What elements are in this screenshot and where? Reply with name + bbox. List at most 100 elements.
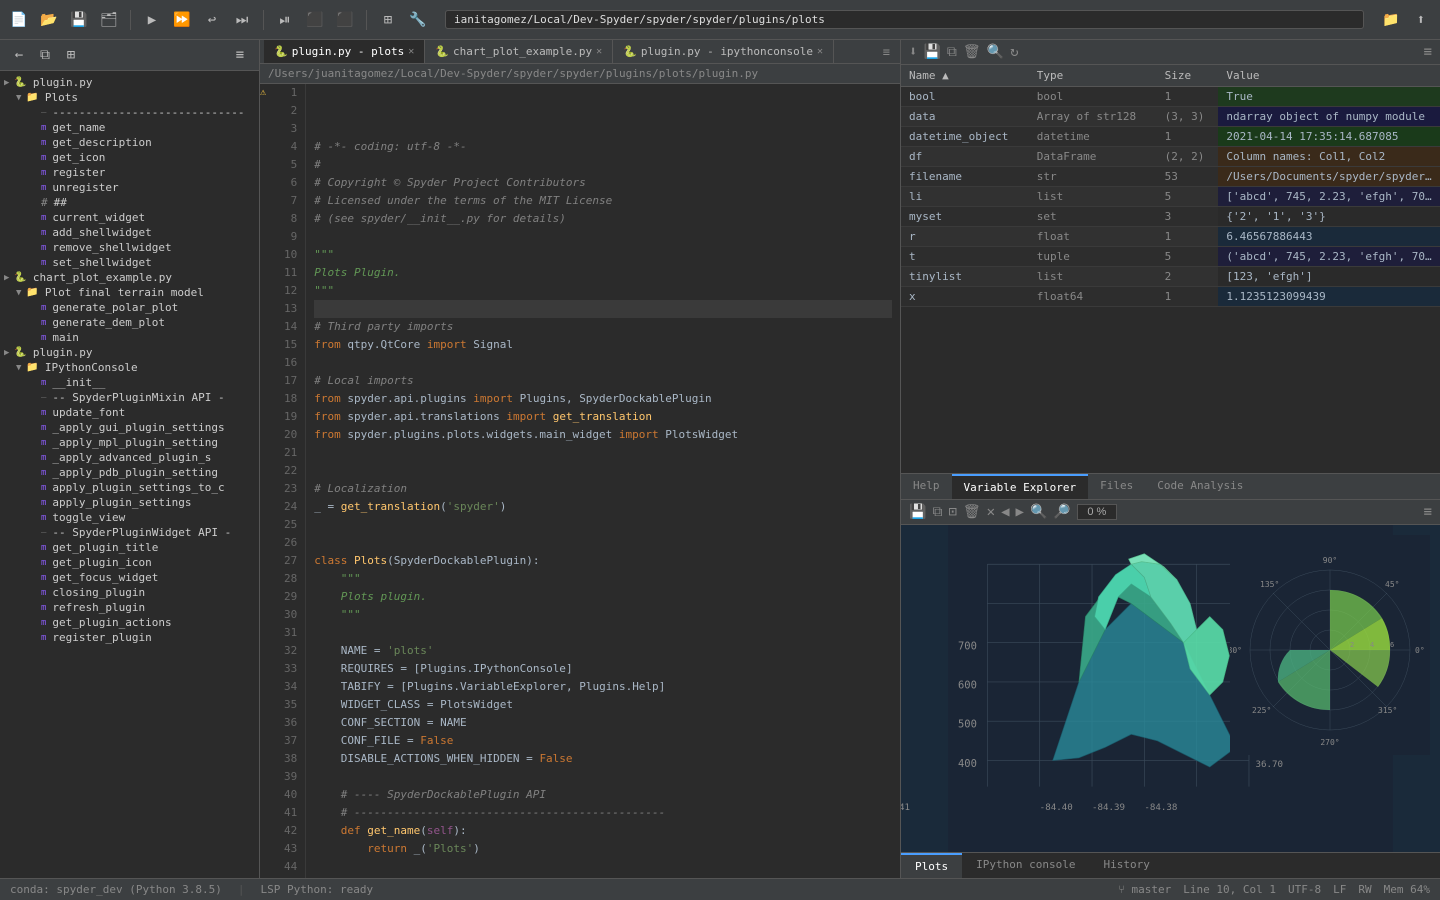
sidebar-item-1[interactable]: ▼📁Plots xyxy=(0,90,259,105)
plot-delete-icon[interactable]: 🗑 xyxy=(963,504,981,520)
sidebar-item-15[interactable]: mgenerate_polar_plot xyxy=(0,300,259,315)
run-line-icon[interactable]: ⏭ xyxy=(231,9,253,31)
new-file-icon[interactable]: 📄 xyxy=(8,9,30,31)
plot-tab-ipython[interactable]: IPython console xyxy=(962,853,1089,878)
folder-icon[interactable]: 📁 xyxy=(1380,9,1402,31)
plot-tab-history[interactable]: History xyxy=(1089,853,1163,878)
sidebar-item-22[interactable]: mupdate_font xyxy=(0,405,259,420)
sidebar-item-23[interactable]: m_apply_gui_plugin_settings xyxy=(0,420,259,435)
sidebar-item-7[interactable]: munregister xyxy=(0,180,259,195)
sidebar-item-8[interactable]: ### xyxy=(0,195,259,210)
sidebar-item-24[interactable]: m_apply_mpl_plugin_setting xyxy=(0,435,259,450)
table-row[interactable]: bool bool 1 True xyxy=(901,87,1440,107)
sidebar-item-37[interactable]: mregister_plugin xyxy=(0,630,259,645)
sidebar-item-30[interactable]: —-- SpyderPluginWidget API - xyxy=(0,525,259,540)
run-cell-icon[interactable]: ⏩ xyxy=(171,9,193,31)
sidebar-item-13[interactable]: ▶🐍chart_plot_example.py xyxy=(0,270,259,285)
layout-icon[interactable]: ⊞ xyxy=(377,9,399,31)
tab-close-2[interactable]: ✕ xyxy=(817,46,823,57)
tab-close-1[interactable]: ✕ xyxy=(596,46,602,57)
table-row[interactable]: filename str 53 /Users/Documents/spyder/… xyxy=(901,167,1440,187)
sidebar-item-34[interactable]: mclosing_plugin xyxy=(0,585,259,600)
sidebar-back-icon[interactable]: ← xyxy=(8,44,30,66)
sidebar-item-20[interactable]: m__init__ xyxy=(0,375,259,390)
var-search-icon[interactable]: 🔍 xyxy=(987,44,1004,60)
sidebar-item-14[interactable]: ▼📁Plot final terrain model xyxy=(0,285,259,300)
plot-tab-plots[interactable]: Plots xyxy=(901,853,962,878)
tab-close-0[interactable]: ✕ xyxy=(408,46,414,57)
col-value-header[interactable]: Value xyxy=(1218,65,1440,87)
sidebar-link-icon[interactable]: ⊞ xyxy=(60,44,82,66)
sidebar-item-35[interactable]: mrefresh_plugin xyxy=(0,600,259,615)
sidebar-item-31[interactable]: mget_plugin_title xyxy=(0,540,259,555)
open-file-icon[interactable]: 📂 xyxy=(38,9,60,31)
col-type-header[interactable]: Type xyxy=(1029,65,1157,87)
sidebar-item-17[interactable]: mmain xyxy=(0,330,259,345)
debug-icon[interactable]: ⬛ xyxy=(304,9,326,31)
save-file-icon[interactable]: 💾 xyxy=(68,9,90,31)
plot-next-icon[interactable]: ▶ xyxy=(1016,504,1024,520)
tab-plugin-ipython[interactable]: 🐍 plugin.py - ipythonconsole ✕ xyxy=(613,40,834,63)
var-refresh-icon[interactable]: ↻ xyxy=(1010,44,1018,60)
code-editor[interactable]: # -*- coding: utf-8 -*-## Copyright © Sp… xyxy=(306,84,900,878)
var-copy-icon[interactable]: ⧉ xyxy=(947,44,957,60)
sidebar-item-4[interactable]: mget_description xyxy=(0,135,259,150)
sidebar-item-28[interactable]: mapply_plugin_settings xyxy=(0,495,259,510)
plot-prev-icon[interactable]: ◀ xyxy=(1001,504,1009,520)
sidebar-item-11[interactable]: mremove_shellwidget xyxy=(0,240,259,255)
tab-menu-button[interactable]: ≡ xyxy=(877,45,896,59)
var-delete-icon[interactable]: 🗑 xyxy=(963,44,981,60)
sidebar-item-9[interactable]: mcurrent_widget xyxy=(0,210,259,225)
sidebar-item-10[interactable]: madd_shellwidget xyxy=(0,225,259,240)
sidebar-item-32[interactable]: mget_plugin_icon xyxy=(0,555,259,570)
table-row[interactable]: t tuple 5 ('abcd', 745, 2.23, 'efgh', 70… xyxy=(901,247,1440,267)
sidebar-item-33[interactable]: mget_focus_widget xyxy=(0,570,259,585)
sidebar-item-12[interactable]: mset_shellwidget xyxy=(0,255,259,270)
plot-menu-icon[interactable]: ≡ xyxy=(1424,504,1432,520)
tab-help[interactable]: Help xyxy=(901,474,952,499)
table-row[interactable]: datetime_object datetime 1 2021-04-14 17… xyxy=(901,127,1440,147)
tab-chart-plot[interactable]: 🐍 chart_plot_example.py ✕ xyxy=(425,40,613,63)
sidebar-item-21[interactable]: —-- SpyderPluginMixin API - xyxy=(0,390,259,405)
plot-save-icon[interactable]: 💾 xyxy=(909,504,926,520)
plot-zoom-input[interactable] xyxy=(1077,504,1117,520)
table-row[interactable]: li list 5 ['abcd', 745, 2.23, 'efgh', 70… xyxy=(901,187,1440,207)
var-menu-icon[interactable]: ≡ xyxy=(1424,44,1432,60)
tab-code-analysis[interactable]: Code Analysis xyxy=(1145,474,1255,499)
var-save-icon[interactable]: 💾 xyxy=(923,44,940,60)
table-row[interactable]: x float64 1 1.1235123099439 xyxy=(901,287,1440,307)
sidebar-item-36[interactable]: mget_plugin_actions xyxy=(0,615,259,630)
sidebar-item-29[interactable]: mtoggle_view xyxy=(0,510,259,525)
upload-icon[interactable]: ⬆ xyxy=(1410,9,1432,31)
sidebar-item-5[interactable]: mget_icon xyxy=(0,150,259,165)
plot-close-icon[interactable]: ✕ xyxy=(987,504,995,520)
sidebar-item-6[interactable]: mregister xyxy=(0,165,259,180)
sidebar-item-16[interactable]: mgenerate_dem_plot xyxy=(0,315,259,330)
sidebar-menu-icon[interactable]: ≡ xyxy=(229,44,251,66)
table-row[interactable]: r float 1 6.46567886443 xyxy=(901,227,1440,247)
tab-variable-explorer[interactable]: Variable Explorer xyxy=(952,474,1089,499)
sidebar-item-26[interactable]: m_apply_pdb_plugin_setting xyxy=(0,465,259,480)
run-icon[interactable]: ▶ xyxy=(141,9,163,31)
table-row[interactable]: data Array of str128 (3, 3) ndarray obje… xyxy=(901,107,1440,127)
sidebar-item-3[interactable]: mget_name xyxy=(0,120,259,135)
plot-copy2-icon[interactable]: ⊡ xyxy=(948,504,956,520)
sidebar-item-19[interactable]: ▼📁IPythonConsole xyxy=(0,360,259,375)
plot-copy-icon[interactable]: ⧉ xyxy=(932,504,942,520)
sidebar-item-25[interactable]: m_apply_advanced_plugin_s xyxy=(0,450,259,465)
stop-icon[interactable]: ⬛ xyxy=(334,9,356,31)
plot-zoom-in-icon[interactable]: 🔍 xyxy=(1030,504,1047,520)
table-row[interactable]: df DataFrame (2, 2) Column names: Col1, … xyxy=(901,147,1440,167)
settings-icon[interactable]: 🔧 xyxy=(407,9,429,31)
var-import-icon[interactable]: ⬇ xyxy=(909,44,917,60)
sidebar-item-27[interactable]: mapply_plugin_settings_to_c xyxy=(0,480,259,495)
sidebar-item-0[interactable]: ▶🐍plugin.py xyxy=(0,75,259,90)
step-over-icon[interactable]: ⏯ xyxy=(274,9,296,31)
save-all-icon[interactable]: 🗂 xyxy=(98,9,120,31)
tab-files[interactable]: Files xyxy=(1088,474,1145,499)
table-row[interactable]: myset set 3 {'2', '1', '3'} xyxy=(901,207,1440,227)
col-size-header[interactable]: Size xyxy=(1157,65,1219,87)
path-bar[interactable]: ianitagomez/Local/Dev-Spyder/spyder/spyd… xyxy=(445,10,1364,29)
sidebar-item-2[interactable]: —----------------------------- xyxy=(0,105,259,120)
return-icon[interactable]: ↩ xyxy=(201,9,223,31)
